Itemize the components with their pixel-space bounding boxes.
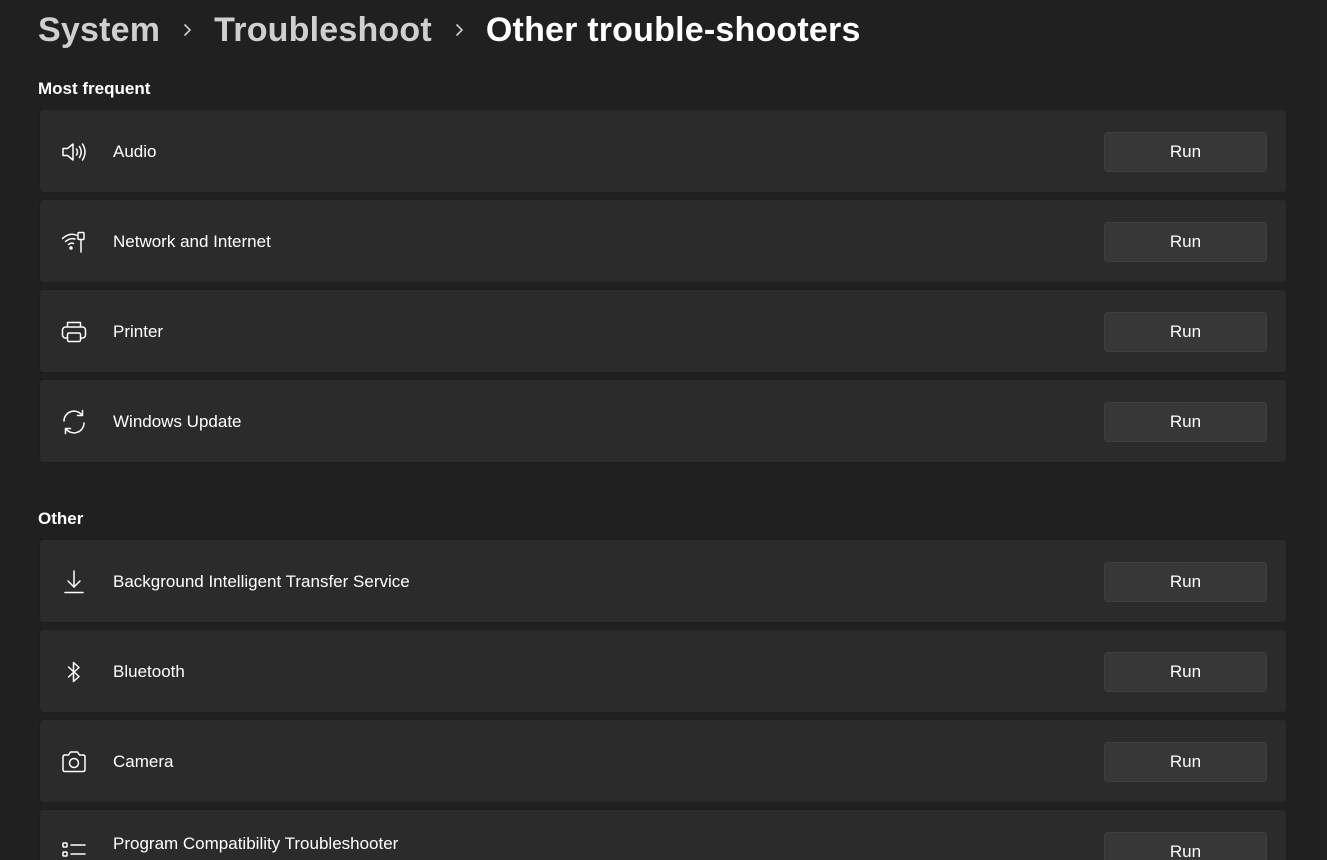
breadcrumb-system[interactable]: System [38, 11, 160, 50]
page-title: Other trouble-shooters [485, 10, 861, 49]
troubleshooter-windows-update: Windows Update Run [39, 379, 1287, 463]
section-title-other: Other [38, 509, 84, 528]
settings-page: System Troubleshoot Other trouble-shoote… [0, 0, 1327, 860]
chevron-right-icon [432, 23, 486, 37]
chevron-right-icon [160, 23, 214, 37]
breadcrumb: System Troubleshoot Other trouble-shoote… [38, 8, 861, 52]
speaker-icon [60, 138, 88, 166]
run-printer-button[interactable]: Run [1104, 312, 1267, 352]
troubleshooter-camera: Camera Run [39, 719, 1287, 803]
troubleshooter-bits: Background Intelligent Transfer Service … [39, 539, 1287, 623]
troubleshooter-label: Audio [113, 142, 157, 161]
run-windows-update-button[interactable]: Run [1104, 402, 1267, 442]
printer-icon [60, 318, 88, 346]
download-icon [60, 568, 88, 596]
other-list: Background Intelligent Transfer Service … [39, 539, 1287, 860]
troubleshooter-network: Network and Internet Run [39, 199, 1287, 283]
run-program-compatibility-button[interactable]: Run [1104, 832, 1267, 860]
run-network-button[interactable]: Run [1104, 222, 1267, 262]
run-camera-button[interactable]: Run [1104, 742, 1267, 782]
bluetooth-icon [60, 658, 88, 686]
breadcrumb-troubleshoot[interactable]: Troubleshoot [214, 11, 432, 50]
most-frequent-list: Audio Run Network and Internet Run Print… [39, 109, 1287, 463]
troubleshooter-program-compatibility: Program Compatibility Troubleshooter Run [39, 809, 1287, 860]
troubleshooter-label: Printer [113, 322, 164, 341]
troubleshooter-label: Bluetooth [113, 662, 185, 681]
troubleshooter-label: Network and Internet [113, 232, 271, 251]
troubleshooter-label: Camera [113, 752, 174, 771]
run-bluetooth-button[interactable]: Run [1104, 652, 1267, 692]
troubleshooter-label: Program Compatibility Troubleshooter [113, 834, 399, 853]
list-icon [60, 840, 88, 860]
section-title-most-frequent: Most frequent [38, 79, 151, 98]
camera-icon [60, 748, 88, 776]
troubleshooter-audio: Audio Run [39, 109, 1287, 193]
run-bits-button[interactable]: Run [1104, 562, 1267, 602]
troubleshooter-bluetooth: Bluetooth Run [39, 629, 1287, 713]
run-audio-button[interactable]: Run [1104, 132, 1267, 172]
troubleshooter-printer: Printer Run [39, 289, 1287, 373]
troubleshooter-label: Windows Update [113, 412, 242, 431]
network-icon [60, 228, 88, 256]
sync-icon [60, 408, 88, 436]
troubleshooter-label: Background Intelligent Transfer Service [113, 572, 410, 591]
